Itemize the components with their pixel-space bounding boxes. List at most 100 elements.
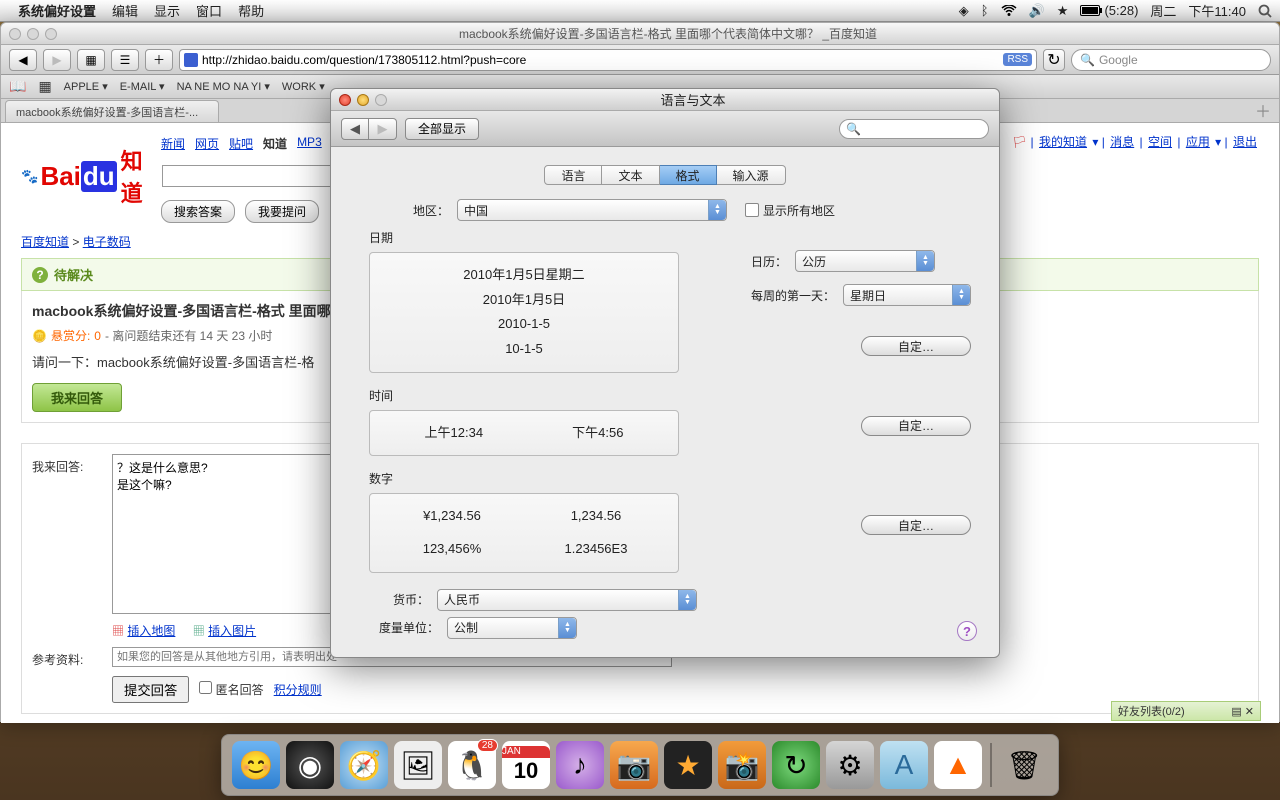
volume-icon[interactable]: 🔊 (1029, 3, 1045, 19)
customize-time-button[interactable]: 自定… (861, 416, 971, 436)
photobooth-icon[interactable]: 📸 (718, 741, 766, 789)
dock-separator (990, 743, 992, 787)
preview-icon[interactable]: 🖼 (394, 741, 442, 789)
new-tab-button[interactable]: ＋ (1247, 98, 1279, 122)
calendar-select[interactable]: 公历▲▼ (795, 250, 935, 272)
bookmark-item[interactable]: NA NE MO NA YI ▾ (177, 80, 270, 93)
friends-bar[interactable]: 好友列表(0/2) ▤ ✕ (1111, 701, 1261, 721)
show-all-regions-checkbox[interactable]: 显示所有地区 (745, 202, 835, 219)
menu-view[interactable]: 显示 (154, 1, 180, 20)
topsites-icon[interactable]: ▦ (38, 78, 51, 95)
itunes-icon[interactable]: ♪ (556, 741, 604, 789)
bookmark-item[interactable]: E-MAIL ▾ (120, 80, 165, 93)
customize-number-button[interactable]: 自定… (861, 515, 971, 535)
forward-button[interactable]: ▶ (43, 49, 71, 71)
nav-zhidao[interactable]: 知道 (263, 135, 287, 152)
iphoto-icon[interactable]: 📷 (610, 741, 658, 789)
link-messages[interactable]: 消息 (1110, 135, 1134, 149)
tab-input[interactable]: 输入源 (717, 165, 786, 185)
finder-icon[interactable]: 😊 (232, 741, 280, 789)
sysprefs-icon[interactable]: ⚙ (826, 741, 874, 789)
nav-mp3[interactable]: MP3 (297, 135, 322, 152)
answer-button[interactable]: 我来回答 (32, 383, 122, 412)
vlc-icon[interactable]: ▲ (934, 741, 982, 789)
link-apps[interactable]: 应用 (1186, 135, 1210, 149)
close-button[interactable] (9, 28, 21, 40)
add-button[interactable]: ＋ (145, 49, 173, 71)
prefs-search[interactable]: 🔍 (839, 119, 989, 139)
spotlight-icon[interactable] (1258, 4, 1272, 18)
topsites-button[interactable]: ▦ (77, 49, 105, 71)
prefs-forward-button[interactable]: ▶ (369, 118, 397, 140)
help-button[interactable]: ? (957, 621, 977, 641)
nav-tieba[interactable]: 贴吧 (229, 135, 253, 152)
appstore-icon[interactable]: A (880, 741, 928, 789)
timemachine-icon[interactable]: ↻ (772, 741, 820, 789)
qq-icon[interactable]: 🐧28 (448, 741, 496, 789)
bookmark-button[interactable]: ☰ (111, 49, 139, 71)
clock-time[interactable]: 下午11:40 (1188, 1, 1246, 20)
bookmarks-icon[interactable]: 📖 (9, 78, 26, 95)
imovie-icon[interactable]: ★ (664, 741, 712, 789)
safari-icon[interactable]: 🧭 (340, 741, 388, 789)
trash-icon[interactable]: 🗑 (1000, 741, 1048, 789)
reload-button[interactable]: ↻ (1043, 49, 1065, 71)
wifi-icon[interactable] (1001, 5, 1017, 17)
zoom-button[interactable] (45, 28, 57, 40)
rss-badge[interactable]: RSS (1003, 53, 1032, 66)
tab-language[interactable]: 语言 (544, 165, 602, 185)
bookmark-item[interactable]: WORK ▾ (282, 80, 325, 93)
deadline-text: - 离问题结束还有 14 天 23 小时 (105, 327, 272, 344)
prefs-zoom-button[interactable] (375, 94, 387, 106)
bookmark-item[interactable]: APPLE ▾ (64, 80, 108, 93)
ical-icon[interactable]: JAN 10 (502, 741, 550, 789)
menu-window[interactable]: 窗口 (196, 1, 222, 20)
browser-tab[interactable]: macbook系统偏好设置-多国语言栏-... (5, 100, 219, 122)
prefs-titlebar: 语言与文本 (331, 89, 999, 111)
menu-edit[interactable]: 编辑 (112, 1, 138, 20)
search-answer-button[interactable]: 搜索答案 (161, 200, 235, 223)
insert-image-link[interactable]: 插入图片 (208, 624, 256, 638)
region-select[interactable]: 中国▲▼ (457, 199, 727, 221)
app-menu[interactable]: 系统偏好设置 (18, 1, 96, 20)
baidu-logo[interactable]: 🐾 Baidu知道 (21, 156, 156, 196)
weekstart-select[interactable]: 星期日▲▼ (843, 284, 971, 306)
submit-answer-button[interactable]: 提交回答 (112, 676, 189, 703)
insert-map-link[interactable]: 插入地图 (127, 624, 175, 638)
menu-help[interactable]: 帮助 (238, 1, 264, 20)
ask-question-button[interactable]: 我要提问 (245, 200, 319, 223)
window-title: macbook系统偏好设置-多国语言栏-格式 里面哪个代表简体中文哪？ _百度知… (57, 25, 1279, 42)
script-menu-icon[interactable]: ◈ (959, 3, 969, 19)
back-button[interactable]: ◀ (9, 49, 37, 71)
measure-select[interactable]: 公制▲▼ (447, 617, 577, 639)
prefs-title: 语言与文本 (387, 90, 999, 109)
nav-web[interactable]: 网页 (195, 135, 219, 152)
tab-text[interactable]: 文本 (602, 165, 659, 185)
bluetooth-icon[interactable]: ᛒ (981, 3, 989, 18)
crumb-home[interactable]: 百度知道 (21, 235, 69, 249)
show-all-button[interactable]: 全部显示 (405, 118, 479, 140)
browser-search[interactable]: 🔍 Google (1071, 49, 1271, 71)
crumb-category[interactable]: 电子数码 (83, 235, 131, 249)
link-space[interactable]: 空间 (1148, 135, 1172, 149)
link-myzhidao[interactable]: 我的知道 (1039, 135, 1087, 149)
minimize-button[interactable] (27, 28, 39, 40)
anonymous-checkbox[interactable]: 匿名回答 (199, 681, 263, 698)
user-links: 🏳 | 我的知道 ▾ | 消息 | 空间 | 应用 ▾ | 退出 (1012, 133, 1259, 150)
prefs-close-button[interactable] (339, 94, 351, 106)
prefs-minimize-button[interactable] (357, 94, 369, 106)
time-sample-box: 上午12:34下午4:56 (369, 410, 679, 457)
dashboard-icon[interactable]: ◉ (286, 741, 334, 789)
prefs-back-button[interactable]: ◀ (341, 118, 369, 140)
customize-date-button[interactable]: 自定… (861, 336, 971, 356)
currency-select[interactable]: 人民币▲▼ (437, 589, 697, 611)
battery-icon[interactable]: (5:28) (1080, 3, 1138, 18)
date-sample-box: 2010年1月5日星期二 2010年1月5日 2010-1-5 10-1-5 (369, 252, 679, 373)
link-logout[interactable]: 退出 (1233, 135, 1257, 149)
url-bar[interactable]: http://zhidao.baidu.com/question/1738051… (179, 49, 1037, 71)
nav-news[interactable]: 新闻 (161, 135, 185, 152)
rules-link[interactable]: 积分规则 (274, 681, 322, 698)
tab-formats[interactable]: 格式 (660, 165, 717, 185)
clock-day[interactable]: 周二 (1150, 1, 1176, 20)
star-icon[interactable]: ★ (1057, 3, 1069, 19)
